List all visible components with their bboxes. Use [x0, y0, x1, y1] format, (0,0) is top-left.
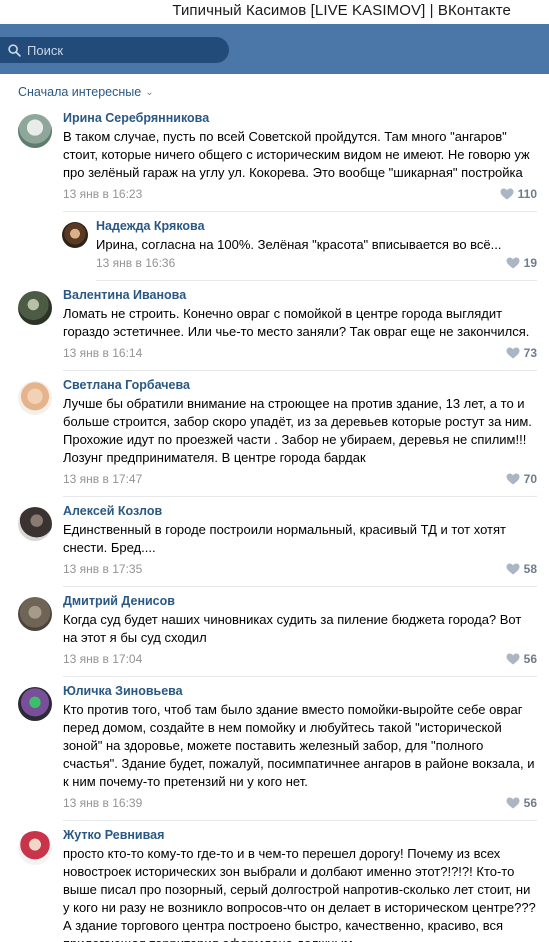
comment-date[interactable]: 13 янв в 17:04: [63, 652, 142, 666]
like-button[interactable]: 73: [506, 346, 537, 360]
avatar[interactable]: [18, 831, 52, 865]
comment-text: Когда суд будет наших чиновниках судить …: [63, 612, 522, 645]
avatar[interactable]: [18, 687, 52, 721]
sort-dropdown[interactable]: Сначала интересные ⌄: [18, 74, 537, 104]
comment-text: Лучше бы обратили внимание на строющее н…: [63, 396, 532, 465]
like-count: 58: [523, 562, 537, 576]
chevron-down-icon: ⌄: [145, 86, 154, 98]
comment: Жутко Ревнивая просто кто-то кому-то где…: [18, 821, 537, 942]
comment-date[interactable]: 13 янв в 17:47: [63, 472, 142, 486]
heart-icon: [506, 563, 520, 575]
comment-author[interactable]: Ирина Серебрянникова: [63, 110, 537, 126]
comment-author[interactable]: Валентина Иванова: [63, 287, 537, 303]
comment-date[interactable]: 13 янв в 16:36: [96, 256, 175, 270]
top-bar: [0, 24, 549, 74]
comment-text: В таком случае, пусть по всей Советской …: [63, 129, 530, 180]
comment: Юличка Зиновьева Кто против того, чтоб т…: [18, 677, 537, 821]
comment: Светлана Горбачева Лучше бы обратили вни…: [18, 371, 537, 497]
avatar[interactable]: [62, 222, 88, 248]
comment: Алексей Козлов Единственный в городе пос…: [18, 497, 537, 587]
comment-text: Единственный в городе построили нормальн…: [63, 522, 506, 555]
avatar[interactable]: [18, 507, 52, 541]
comment-date[interactable]: 13 янв в 17:35: [63, 562, 142, 576]
heart-icon: [506, 257, 520, 269]
search-icon: [8, 43, 21, 57]
window-title: Типичный Касимов [LIVE KASIMOV] | ВКонта…: [0, 0, 549, 24]
heart-icon: [506, 653, 520, 665]
comment-date[interactable]: 13 янв в 16:14: [63, 346, 142, 360]
avatar[interactable]: [18, 381, 52, 415]
like-button[interactable]: 56: [506, 652, 537, 666]
comment-text: Ломать не строить. Конечно овраг с помой…: [63, 306, 530, 339]
comment: Валентина Иванова Ломать не строить. Кон…: [18, 281, 537, 371]
comment-author[interactable]: Юличка Зиновьева: [63, 683, 537, 699]
like-button[interactable]: 70: [506, 472, 537, 486]
comment: Дмитрий Денисов Когда суд будет наших чи…: [18, 587, 537, 677]
comment-author[interactable]: Алексей Козлов: [63, 503, 537, 519]
comment-text: просто кто-то кому-то где-то и в чем-то …: [63, 846, 536, 942]
avatar[interactable]: [18, 291, 52, 325]
heart-icon: [506, 347, 520, 359]
comment-date[interactable]: 13 янв в 16:23: [63, 187, 142, 201]
comment-text: Ирина, согласна на 100%. Зелёная "красот…: [96, 237, 502, 252]
search-input[interactable]: [27, 42, 217, 58]
like-count: 56: [523, 652, 537, 666]
like-count: 19: [523, 256, 537, 270]
heart-icon: [500, 188, 514, 200]
heart-icon: [506, 473, 520, 485]
comment-date[interactable]: 13 янв в 16:39: [63, 796, 142, 810]
comment-author[interactable]: Светлана Горбачева: [63, 377, 537, 393]
like-button[interactable]: 56: [506, 796, 537, 810]
search-box[interactable]: [0, 37, 229, 63]
like-button[interactable]: 19: [506, 256, 537, 270]
comment-author[interactable]: Дмитрий Денисов: [63, 593, 537, 609]
comment-reply: Надежда Крякова Ирина, согласна на 100%.…: [18, 212, 537, 281]
like-count: 70: [523, 472, 537, 486]
like-count: 110: [517, 187, 537, 201]
heart-icon: [506, 797, 520, 809]
comment-text: Кто против того, чтоб там было здание вм…: [63, 702, 535, 789]
avatar[interactable]: [18, 114, 52, 148]
like-button[interactable]: 58: [506, 562, 537, 576]
comments-section: Сначала интересные ⌄ Ирина Серебрянников…: [0, 74, 549, 942]
like-button[interactable]: 110: [500, 187, 537, 201]
avatar[interactable]: [18, 597, 52, 631]
sort-label: Сначала интересные: [18, 85, 142, 99]
like-count: 73: [523, 346, 537, 360]
comment: Ирина Серебрянникова В таком случае, пус…: [18, 104, 537, 212]
like-count: 56: [523, 796, 537, 810]
comment-author[interactable]: Жутко Ревнивая: [63, 827, 537, 843]
comment-author[interactable]: Надежда Крякова: [96, 218, 537, 234]
